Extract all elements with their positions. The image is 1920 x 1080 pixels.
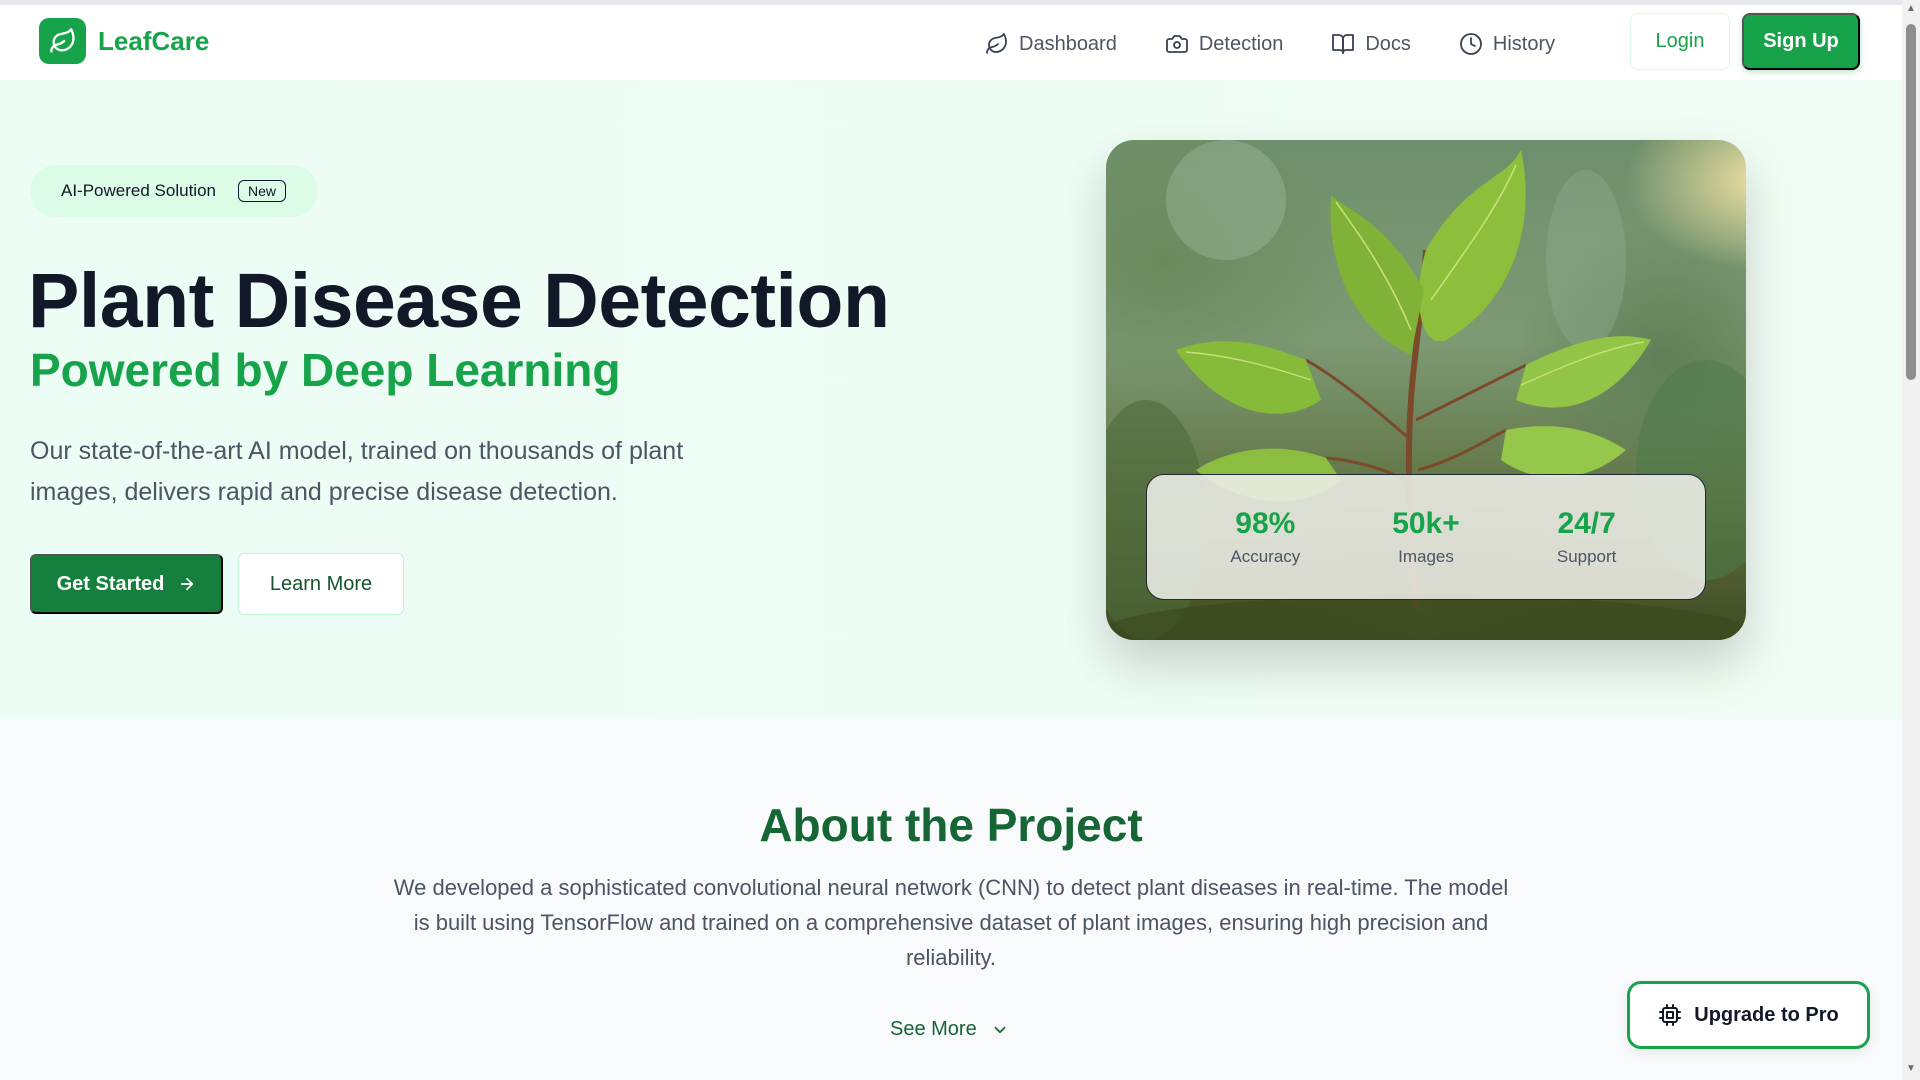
stat-label: Images <box>1398 547 1454 566</box>
about-title: About the Project <box>759 799 1143 851</box>
chevron-down-icon <box>994 1026 1006 1033</box>
signup-button[interactable]: Sign Up <box>1742 13 1860 70</box>
upgrade-to-pro-button[interactable]: Upgrade to Pro <box>1627 981 1870 1049</box>
hero-subtitle: Powered by Deep Learning <box>30 344 621 396</box>
nav-link-label: Docs <box>1365 32 1411 55</box>
hero-plant-image-card: 98% Accuracy 50k+ Images 24/7 Support <box>1106 140 1746 640</box>
learn-more-button[interactable]: Learn More <box>238 553 404 615</box>
top-navbar: LeafCare Dashboard Detection Docs Histor… <box>0 5 1902 81</box>
brand-logo-link[interactable]: LeafCare <box>39 18 209 64</box>
stat-label: Accuracy <box>1230 547 1301 566</box>
book-icon <box>1332 34 1355 54</box>
leaf-logo-icon <box>39 18 86 64</box>
hero-section: AI-Powered Solution New Plant Disease De… <box>0 81 1902 719</box>
main-nav: Dashboard Detection Docs History <box>985 29 1603 59</box>
login-button[interactable]: Login <box>1630 13 1730 70</box>
stat-label: Support <box>1556 547 1617 566</box>
stat-value: 50k+ <box>1392 507 1460 540</box>
camera-icon <box>1165 35 1188 53</box>
nav-link-history[interactable]: History <box>1459 29 1555 59</box>
stat-images: 50k+ Images <box>1356 507 1496 567</box>
stat-accuracy: 98% Accuracy <box>1195 507 1335 567</box>
about-description: We developed a sophisticated convolution… <box>393 875 1509 970</box>
cpu-chip-icon <box>1659 1004 1682 1026</box>
nav-link-detection[interactable]: Detection <box>1165 29 1284 59</box>
vertical-scrollbar[interactable]: ▲ ▼ <box>1902 0 1920 1080</box>
nav-link-label: Detection <box>1198 32 1284 55</box>
leaf-icon <box>986 33 1007 54</box>
arrow-right-icon <box>181 577 194 591</box>
stat-value: 24/7 <box>1557 507 1616 540</box>
get-started-button[interactable]: Get Started <box>30 554 223 614</box>
nav-link-docs[interactable]: Docs <box>1331 29 1411 59</box>
upgrade-label: Upgrade to Pro <box>1694 1003 1839 1026</box>
nav-link-dashboard[interactable]: Dashboard <box>985 29 1117 59</box>
ai-badge: AI-Powered Solution New <box>30 165 318 217</box>
clock-icon <box>1460 33 1482 55</box>
stat-support: 24/7 Support <box>1517 507 1657 567</box>
brand-name: LeafCare <box>98 25 210 56</box>
scrollbar-thumb[interactable] <box>1906 24 1916 380</box>
new-tag: New <box>237 180 286 202</box>
badge-text: AI-Powered Solution <box>61 181 216 200</box>
stat-value: 98% <box>1235 507 1296 540</box>
see-more-label: See More <box>890 1018 977 1040</box>
scroll-down-arrow-icon[interactable]: ▼ <box>1906 1064 1916 1074</box>
hero-description: Our state-of-the-art AI model, trained o… <box>30 437 684 506</box>
get-started-label: Get Started <box>56 572 165 595</box>
hero-title: Plant Disease Detection <box>28 258 890 344</box>
nav-link-label: Dashboard <box>1019 32 1117 55</box>
scroll-up-arrow-icon[interactable]: ▲ <box>1906 4 1916 14</box>
stats-panel: 98% Accuracy 50k+ Images 24/7 Support <box>1146 474 1706 600</box>
see-more-link[interactable]: See More <box>890 1018 1009 1041</box>
nav-link-label: History <box>1492 32 1556 55</box>
